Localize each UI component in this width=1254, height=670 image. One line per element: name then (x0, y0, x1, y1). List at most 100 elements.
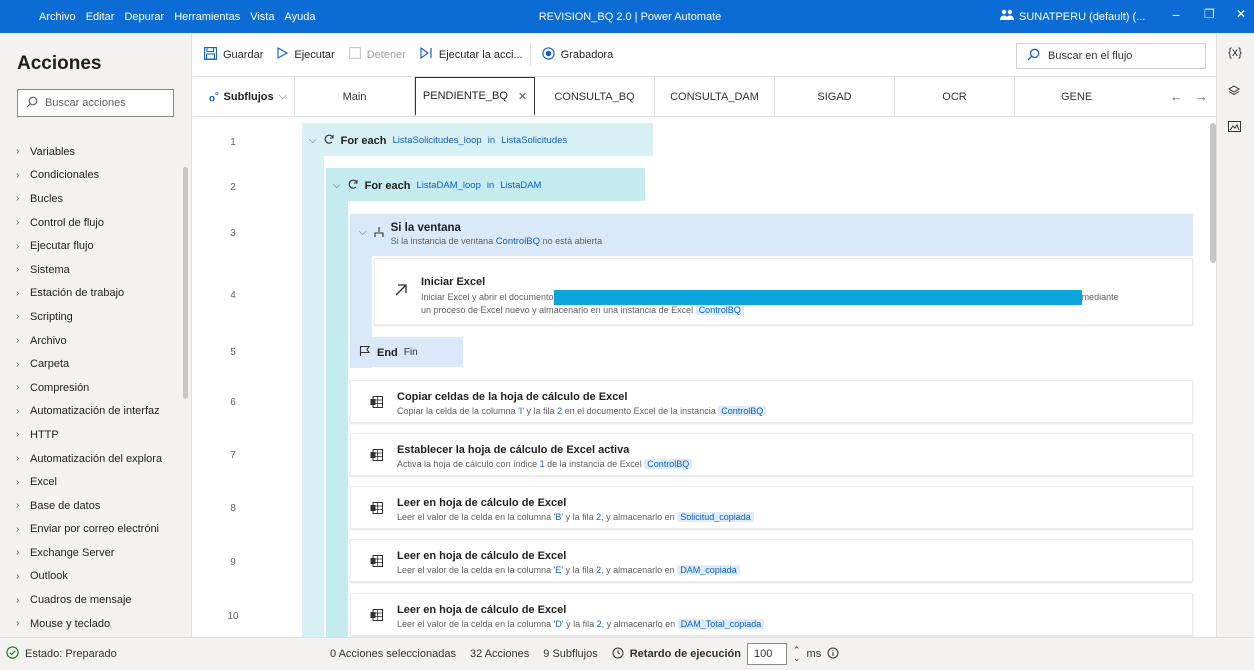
variables-icon[interactable]: {x} (1228, 45, 1242, 59)
delay-input[interactable]: 100 (747, 643, 787, 665)
line-number: 5 (230, 347, 236, 358)
actions-panel-scrollbar[interactable] (183, 167, 188, 399)
chevron-down-icon[interactable]: ⌵ (309, 135, 317, 146)
run-button[interactable]: Ejecutar (270, 43, 341, 67)
tab-consulta-bq[interactable]: CONSULTA_BQ (535, 77, 655, 116)
save-button[interactable]: Guardar (197, 43, 270, 67)
stop-icon (348, 47, 361, 62)
account-switcher[interactable]: SUNATPERU (default) (... (1000, 9, 1145, 24)
actions-category-list: › Variables › Condicionales › Bucles › Contr… (16, 140, 184, 635)
tab-pendiente-bq[interactable]: PENDIENTE_BQ ✕ (415, 77, 535, 116)
menu-herramientas[interactable]: Herramientas (169, 11, 245, 23)
menu-archivo[interactable]: Archivo (34, 11, 81, 23)
tab-ocr[interactable]: OCR (895, 77, 1015, 116)
chevron-right-icon: › (16, 570, 20, 582)
line-number: 4 (230, 290, 236, 301)
line-number: 3 (230, 228, 236, 239)
menu-vista[interactable]: Vista (245, 11, 279, 23)
chevron-down-icon[interactable]: ⌵ (359, 227, 367, 238)
action-leer-excel[interactable]: Leer en hoja de cálculo de Excel Leer el… (350, 539, 1193, 582)
category-item[interactable]: › Excel (16, 470, 184, 494)
category-item[interactable]: › Automatización de interfaz (16, 400, 184, 424)
line-number: 1 (230, 137, 236, 148)
line-numbers: 1 2 3 4 5 6 7 8 9 10 (193, 118, 293, 637)
category-item[interactable]: › Outlook (16, 565, 184, 589)
actions-panel-title: Acciones (17, 53, 102, 74)
recorder-button[interactable]: Grabadora (535, 43, 621, 67)
category-item[interactable]: › Bucles (16, 187, 184, 211)
branch-icon (373, 226, 385, 241)
chevron-right-icon: › (16, 523, 20, 535)
subflows-icon: oᵒ (209, 88, 219, 105)
category-item[interactable]: › Mouse y teclado (16, 612, 184, 636)
stop-button[interactable]: Detener (342, 43, 413, 67)
chevron-right-icon: › (16, 453, 20, 465)
tab-gene[interactable]: GENE (1015, 77, 1095, 116)
category-item[interactable]: › Cuadros de mensaje (16, 588, 184, 612)
minimize-button[interactable]: − (1172, 7, 1180, 23)
tab-main[interactable]: Main (295, 77, 415, 116)
close-tab-icon[interactable]: ✕ (518, 90, 527, 103)
chevron-down-icon[interactable]: ⌵ (333, 180, 341, 191)
designer-toolbar: Guardar Ejecutar Detener Ejecutar la acc… (193, 33, 1216, 77)
tab-sigad[interactable]: SIGAD (775, 77, 895, 116)
menu-depurar[interactable]: Depurar (119, 11, 169, 23)
action-leer-excel[interactable]: Leer en hoja de cálculo de Excel Leer el… (350, 486, 1193, 529)
action-copiar-celdas[interactable]: Copiar celdas de la hoja de cálculo de E… (350, 380, 1193, 423)
step-icon (420, 46, 433, 62)
actions-count: 32 Acciones (469, 648, 530, 660)
excel-icon (370, 609, 383, 624)
category-item[interactable]: › Carpeta (16, 352, 184, 376)
tab-navigation: ← → (1170, 89, 1208, 104)
images-icon[interactable] (1228, 121, 1241, 135)
canvas-scrollbar[interactable] (1210, 123, 1216, 263)
category-item[interactable]: › Ejecutar flujo (16, 234, 184, 258)
category-item[interactable]: › Base de datos (16, 494, 184, 518)
status-state: Estado: Preparado (6, 646, 117, 662)
toolbar-separator (529, 43, 531, 66)
category-item[interactable]: › Control de flujo (16, 211, 184, 235)
line-number: 8 (230, 503, 236, 514)
play-icon (277, 47, 289, 62)
chevron-right-icon: › (16, 146, 20, 158)
layers-icon[interactable] (1228, 85, 1240, 100)
category-item[interactable]: › Sistema (16, 258, 184, 282)
category-item[interactable]: › Enviar por correo electróni (16, 518, 184, 542)
category-item[interactable]: › Archivo (16, 329, 184, 353)
run-next-action-button[interactable]: Ejecutar la acci... (413, 43, 530, 67)
action-leer-excel[interactable]: Leer en hoja de cálculo de Excel Leer el… (350, 593, 1193, 636)
info-icon[interactable] (827, 647, 839, 662)
title-bar: Archivo Editar Depurar Herramientas Vist… (0, 0, 1254, 33)
category-item[interactable]: › Condicionales (16, 164, 184, 188)
menu-ayuda[interactable]: Ayuda (279, 11, 320, 23)
category-item[interactable]: › Compresión (16, 376, 184, 400)
check-circle-icon (6, 646, 19, 662)
category-item[interactable]: › HTTP (16, 423, 184, 447)
subflows-dropdown[interactable]: oᵒ Subflujos ⌵ (193, 77, 295, 116)
chevron-right-icon: › (16, 240, 20, 252)
action-iniciar-excel[interactable]: Iniciar Excel Iniciar Excel y abrir el d… (374, 258, 1193, 325)
foreach-block-inner-rail (326, 201, 348, 637)
chevron-right-icon: › (16, 358, 20, 370)
window-title: REVISION_BQ 2.0 | Power Automate (538, 10, 722, 23)
tab-consulta-dam[interactable]: CONSULTA_DAM (655, 77, 775, 116)
flow-search-input[interactable]: Buscar en el flujo (1016, 43, 1206, 69)
status-info: 0 Acciones seleccionadas 32 Acciones 9 S… (330, 643, 839, 665)
category-item[interactable]: › Estación de trabajo (16, 282, 184, 306)
chevron-right-icon: › (16, 547, 20, 559)
category-item[interactable]: › Exchange Server (16, 541, 184, 565)
category-item[interactable]: › Automatización del explora (16, 447, 184, 471)
category-item[interactable]: › Scripting (16, 305, 184, 329)
menu-editar[interactable]: Editar (81, 11, 120, 23)
save-icon (204, 46, 217, 63)
arrow-left-icon[interactable]: ← (1170, 89, 1183, 104)
spin-stepper-icon[interactable]: ⌃ ⌄ (793, 646, 801, 663)
maximize-button[interactable]: ❐ (1204, 7, 1215, 21)
arrow-right-icon[interactable]: → (1195, 89, 1208, 104)
redacted-document-path (553, 290, 1082, 305)
action-establecer-hoja-activa[interactable]: Establecer la hoja de cálculo de Excel a… (350, 433, 1193, 476)
excel-icon (370, 449, 383, 464)
actions-search-input[interactable]: Buscar acciones (17, 89, 174, 117)
category-item[interactable]: › Variables (16, 140, 184, 164)
close-button[interactable]: ✕ (1236, 7, 1246, 21)
